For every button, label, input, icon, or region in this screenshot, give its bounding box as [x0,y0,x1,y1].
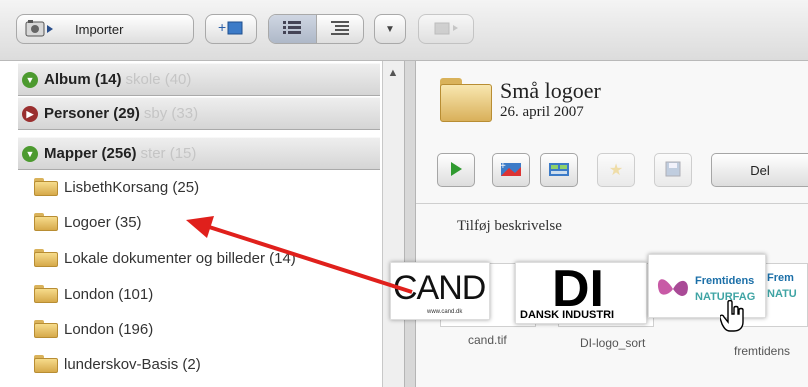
thumbnail-caption: cand.tif [468,333,507,347]
add-album-button[interactable]: + [205,14,257,44]
section-personer[interactable]: ▶ Personer (29) sby (33) [18,97,380,130]
expand-icon[interactable]: ▼ [22,71,38,88]
hand-cursor-icon [719,299,746,337]
share-button[interactable] [418,14,474,44]
import-label: Importer [75,21,124,37]
slideshow-icon: + [500,161,522,180]
thumbnail-caption: fremtidens [734,344,791,358]
dragged-fremtidens-text: Fremtidens [695,275,755,287]
section-mapper-ghost-text: ster (15) [140,145,197,162]
star-icon: ★ [608,162,624,179]
view-toggle-group [268,14,364,44]
sidebar-scrollbar[interactable]: ▲ [382,61,404,387]
save-button[interactable] [654,153,692,187]
folder-item[interactable]: Logoer (35) [34,208,142,236]
favorite-button[interactable]: ★ [597,153,635,187]
folder-label: London (196) [64,320,154,338]
camera-icon [25,19,55,39]
thumbnail-fremtidens-text: Frem [767,272,794,284]
dragged-cand-sub-text: www.cand.dk [427,309,463,315]
pane-splitter[interactable] [404,61,416,387]
section-personer-ghost-text: sby (33) [143,105,199,122]
folder-item[interactable]: London (196) [34,315,153,343]
folder-label: lunderskov-Basis (2) [64,355,201,373]
section-mapper-label: Mapper (256) [44,145,137,162]
list-view-icon [283,20,302,39]
folder-icon [34,213,58,231]
folder-icon [34,285,58,303]
dragged-cand-logo-text: CAND [393,269,486,307]
slideshow-button[interactable]: + [492,153,530,187]
share-album-button[interactable]: Del [711,153,808,187]
section-mapper[interactable]: ▼ Mapper (256) ster (15) [18,137,380,170]
collage-icon [548,161,570,180]
folder-label: London (101) [64,285,154,303]
folder-label: Logoer (35) [64,213,142,231]
folder-icon [34,178,58,196]
album-folder-icon [440,78,492,122]
album-title: Små logoer [500,78,601,103]
dropdown-icon: ▼ [385,23,395,35]
folder-item[interactable]: Lokale dokumenter og billeder (14) [34,244,296,272]
section-album-label: Album (14) [44,71,122,88]
dragged-di-sub-text: DANSK INDUSTRI [520,309,615,321]
play-icon [449,161,463,180]
save-icon [665,161,681,180]
share-album-label: Del [750,162,770,178]
dragged-image-fremtidens: Fremtidens NATURFAG [648,254,766,318]
scroll-up-arrow-icon[interactable]: ▲ [385,65,401,81]
detail-view-icon [330,20,349,39]
svg-text:+: + [218,19,226,35]
folder-item[interactable]: lunderskov-Basis (2) [34,350,201,378]
folder-item[interactable]: LisbethKorsang (25) [34,173,199,201]
folder-icon [34,355,58,373]
dragged-image-cand: CAND www.cand.dk [390,262,490,320]
add-description-field[interactable]: Tilføj beskrivelse [457,218,562,235]
thumbnail-naturfag-text: NATU [767,288,797,300]
thumbnail-caption: DI-logo_sort [580,336,646,350]
svg-text:+: + [500,161,506,172]
detail-view-button[interactable] [315,15,364,43]
section-album[interactable]: ▼ Album (14) skole (40) [18,63,380,96]
dragged-di-logo-text: DI [552,262,604,318]
main-toolbar: Importer + ▼ [0,0,808,61]
import-button[interactable]: Importer [16,14,194,44]
folder-icon [34,320,58,338]
collage-button[interactable] [540,153,578,187]
folder-icon [34,249,58,267]
options-dropdown-button[interactable]: ▼ [374,14,406,44]
list-view-button[interactable] [269,15,316,43]
section-album-ghost-text: skole (40) [125,71,192,88]
play-slideshow-button[interactable] [437,153,475,187]
butterfly-logo-icon [653,269,693,314]
share-icon [431,19,461,40]
folder-item[interactable]: London (101) [34,280,153,308]
folder-label: Lokale dokumenter og billeder (14) [64,249,296,267]
folder-label: LisbethKorsang (25) [64,178,200,196]
dragged-image-di: DI DANSK INDUSTRI [515,262,647,324]
add-album-icon: + [216,19,246,40]
expand-icon[interactable]: ▼ [22,145,38,162]
collapse-icon[interactable]: ▶ [22,105,38,122]
divider [416,203,808,204]
album-date: 26. april 2007 [500,104,584,120]
section-personer-label: Personer (29) [44,105,140,122]
